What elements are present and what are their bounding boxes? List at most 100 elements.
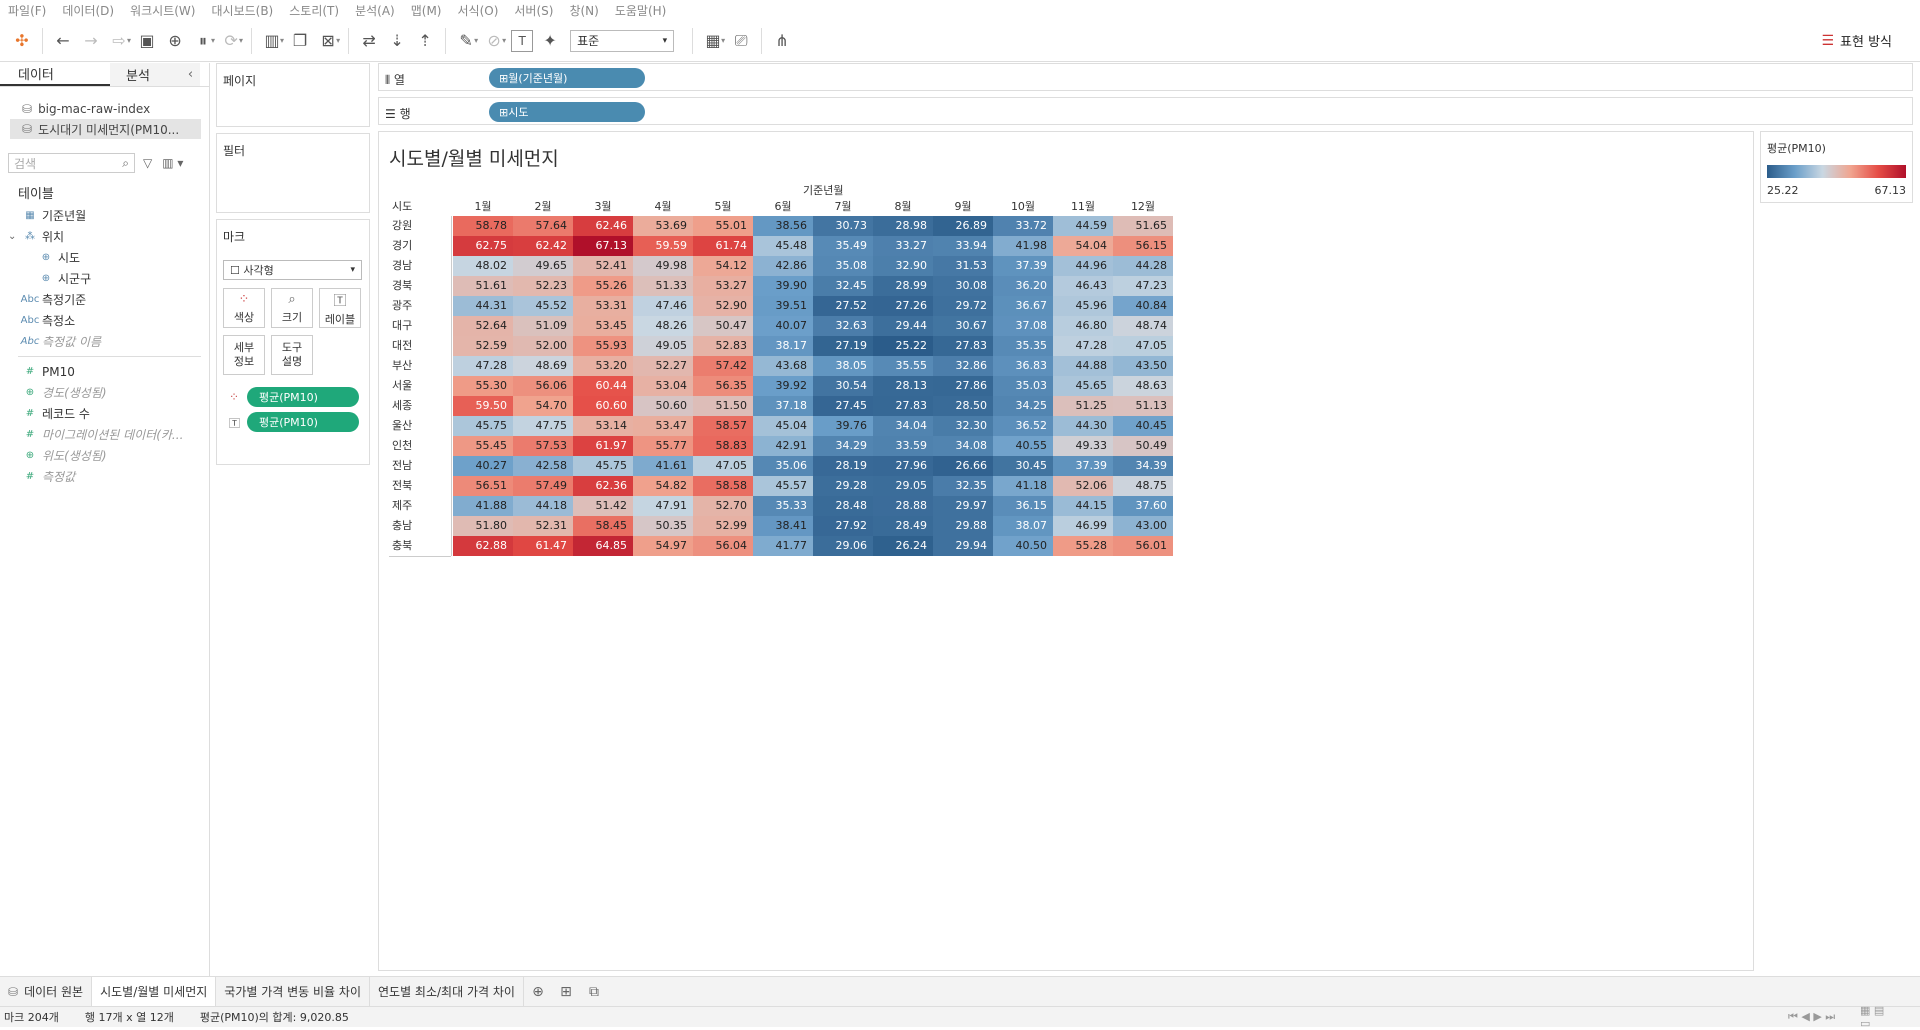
duplicate-sheet-icon[interactable]: ❐ (286, 27, 314, 55)
heatmap-cell[interactable]: 46.43 (1053, 276, 1113, 296)
heatmap-cell[interactable]: 58.45 (573, 516, 633, 536)
heatmap-cell[interactable]: 45.04 (753, 416, 813, 436)
heatmap-cell[interactable]: 54.70 (513, 396, 573, 416)
row-header[interactable]: 경남 (392, 256, 452, 276)
heatmap-cell[interactable]: 55.77 (633, 436, 693, 456)
heatmap-cell[interactable]: 56.35 (693, 376, 753, 396)
heatmap-cell[interactable]: 37.08 (993, 316, 1053, 336)
heatmap-cell[interactable]: 29.44 (873, 316, 933, 336)
column-header[interactable]: 10월 (993, 198, 1053, 214)
detail-button[interactable]: 세부 정보 (223, 335, 265, 375)
heatmap-cell[interactable]: 51.09 (513, 316, 573, 336)
heatmap-cell[interactable]: 45.65 (1053, 376, 1113, 396)
heatmap-cell[interactable]: 25.22 (873, 336, 933, 356)
heatmap-cell[interactable]: 32.30 (933, 416, 993, 436)
heatmap-cell[interactable]: 44.28 (1113, 256, 1173, 276)
heatmap-cell[interactable]: 54.12 (693, 256, 753, 276)
heatmap-cell[interactable]: 52.90 (693, 296, 753, 316)
heatmap-cell[interactable]: 53.45 (573, 316, 633, 336)
heatmap-cell[interactable]: 55.30 (453, 376, 513, 396)
swap-icon[interactable]: ⇄ (355, 27, 383, 55)
heatmap-cell[interactable]: 42.91 (753, 436, 813, 456)
heatmap-cell[interactable]: 53.27 (693, 276, 753, 296)
field-item[interactable]: Abc 측정값 이름 (0, 331, 209, 352)
row-header[interactable]: 대전 (392, 336, 452, 356)
color-pill[interactable]: 평균(PM10) (247, 387, 359, 407)
heatmap-cell[interactable]: 30.45 (993, 456, 1053, 476)
heatmap-cell[interactable]: 51.50 (693, 396, 753, 416)
heatmap-cell[interactable]: 47.75 (513, 416, 573, 436)
heatmap-cell[interactable]: 47.05 (693, 456, 753, 476)
columns-pill[interactable]: ⊞ 월(기준년월) (489, 68, 645, 88)
column-header[interactable]: 1월 (453, 198, 513, 214)
heatmap-cell[interactable]: 44.31 (453, 296, 513, 316)
heatmap-cell[interactable]: 34.39 (1113, 456, 1173, 476)
color-button[interactable]: ⁘ 색상 (223, 288, 265, 328)
field-item[interactable]: Abc 측정기준 (0, 289, 209, 310)
heatmap-cell[interactable]: 52.27 (633, 356, 693, 376)
heatmap-cell[interactable]: 52.41 (573, 256, 633, 276)
column-header[interactable]: 9월 (933, 198, 993, 214)
heatmap-cell[interactable]: 29.94 (933, 536, 993, 556)
column-header[interactable]: 7월 (813, 198, 873, 214)
heatmap-cell[interactable]: 43.00 (1113, 516, 1173, 536)
heatmap-cell[interactable]: 27.96 (873, 456, 933, 476)
heatmap-cell[interactable]: 32.45 (813, 276, 873, 296)
tab-datasource[interactable]: ⛁ 데이터 원본 (0, 976, 93, 1007)
heatmap-cell[interactable]: 39.76 (813, 416, 873, 436)
heatmap-cell[interactable]: 40.07 (753, 316, 813, 336)
tab-data[interactable]: 데이터 (0, 63, 110, 86)
rows-shelf[interactable]: ☰ 행 ⊞ 시도 (378, 97, 1913, 125)
heatmap-cell[interactable]: 39.90 (753, 276, 813, 296)
heatmap-cell[interactable]: 60.44 (573, 376, 633, 396)
column-header[interactable]: 12월 (1113, 198, 1173, 214)
heatmap-cell[interactable]: 43.68 (753, 356, 813, 376)
heatmap-cell[interactable]: 30.54 (813, 376, 873, 396)
heatmap-cell[interactable]: 50.35 (633, 516, 693, 536)
heatmap-cell[interactable]: 51.25 (1053, 396, 1113, 416)
column-header[interactable]: 11월 (1053, 198, 1113, 214)
heatmap-cell[interactable]: 62.88 (453, 536, 513, 556)
heatmap-cell[interactable]: 45.57 (753, 476, 813, 496)
heatmap-cell[interactable]: 34.29 (813, 436, 873, 456)
label-pill[interactable]: 평균(PM10) (247, 412, 359, 432)
heatmap-cell[interactable]: 52.06 (1053, 476, 1113, 496)
heatmap-cell[interactable]: 27.26 (873, 296, 933, 316)
heatmap-cell[interactable]: 38.05 (813, 356, 873, 376)
heatmap-cell[interactable]: 49.65 (513, 256, 573, 276)
heatmap-cell[interactable]: 61.74 (693, 236, 753, 256)
heatmap-cell[interactable]: 48.74 (1113, 316, 1173, 336)
menu-item[interactable]: 분석(A) (355, 2, 395, 19)
heatmap-cell[interactable]: 28.49 (873, 516, 933, 536)
label-button[interactable]: 🅃 레이블 (319, 288, 361, 328)
search-input[interactable]: 검색 ⌕ (8, 153, 135, 173)
heatmap-cell[interactable]: 62.42 (513, 236, 573, 256)
heatmap-cell[interactable]: 36.52 (993, 416, 1053, 436)
heatmap-cell[interactable]: 28.13 (873, 376, 933, 396)
menu-item[interactable]: 대시보드(B) (211, 2, 273, 19)
heatmap-cell[interactable]: 60.60 (573, 396, 633, 416)
heatmap-cell[interactable]: 54.82 (633, 476, 693, 496)
heatmap-cell[interactable]: 54.97 (633, 536, 693, 556)
heatmap-cell[interactable]: 52.23 (513, 276, 573, 296)
heatmap-cell[interactable]: 44.30 (1053, 416, 1113, 436)
heatmap-cell[interactable]: 55.26 (573, 276, 633, 296)
tab-sheet-2[interactable]: 국가별 가격 변동 비율 차이 (216, 976, 370, 1007)
menu-item[interactable]: 스토리(T) (289, 2, 339, 19)
heatmap-cell[interactable]: 59.50 (453, 396, 513, 416)
filters-shelf[interactable]: 필터 (216, 133, 370, 213)
field-item[interactable]: # 레코드 수 (0, 403, 209, 424)
heatmap-cell[interactable]: 45.75 (573, 456, 633, 476)
heatmap-cell[interactable]: 58.78 (453, 216, 513, 236)
heatmap-cell[interactable]: 29.88 (933, 516, 993, 536)
row-header[interactable]: 부산 (392, 356, 452, 376)
heatmap-cell[interactable]: 52.00 (513, 336, 573, 356)
heatmap-cell[interactable]: 33.27 (873, 236, 933, 256)
heatmap-cell[interactable]: 51.65 (1113, 216, 1173, 236)
heatmap-cell[interactable]: 49.33 (1053, 436, 1113, 456)
heatmap-cell[interactable]: 29.28 (813, 476, 873, 496)
heatmap-cell[interactable]: 35.03 (993, 376, 1053, 396)
row-header[interactable]: 전남 (392, 456, 452, 476)
show-me-button[interactable]: ☰ 표현 방식 (1821, 31, 1892, 51)
collapse-chevron-icon[interactable]: ⌄ (8, 231, 16, 242)
